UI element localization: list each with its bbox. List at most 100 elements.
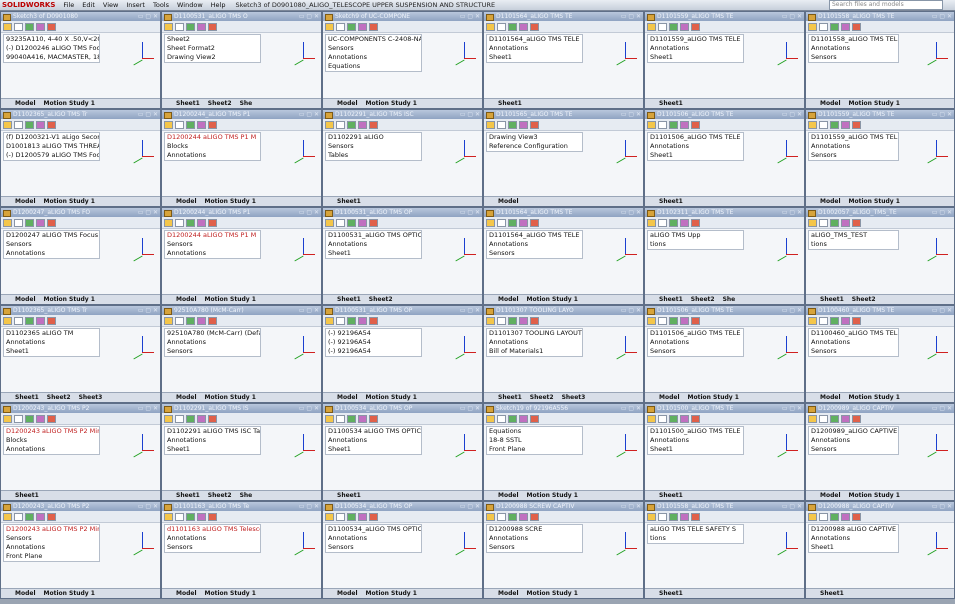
document-window[interactable]: D1100460_aLIGO TMS TE ▭ ▢ ✕ D1100460_aLIGO…: [805, 305, 955, 403]
window-titlebar[interactable]: D1200989_aLIGO CAPTIV ▭ ▢ ✕: [806, 404, 954, 413]
window-controls[interactable]: ▭ ▢ ✕: [460, 404, 480, 413]
toolbar-tab-icon[interactable]: [186, 22, 195, 31]
bottom-tab[interactable]: Model: [498, 492, 519, 499]
toolbar-tab-icon[interactable]: [852, 120, 861, 129]
toolbar-tab-icon[interactable]: [175, 218, 184, 227]
tree-item[interactable]: Annotations: [648, 436, 743, 445]
window-titlebar[interactable]: D1200243_aLIGO TMS P2 ▭ ▢ ✕: [1, 502, 160, 511]
window-titlebar[interactable]: D1100534_aLIGO TMS OP ▭ ▢ ✕: [323, 502, 482, 511]
window-titlebar[interactable]: D1200247_aLIGO TMS FO ▭ ▢ ✕: [1, 208, 160, 217]
bottom-tab[interactable]: Motion Study 1: [688, 394, 739, 401]
toolbar-tab-icon[interactable]: [208, 120, 217, 129]
toolbar-tab-icon[interactable]: [497, 22, 506, 31]
bottom-tab[interactable]: Motion Study 1: [849, 394, 900, 401]
window-titlebar[interactable]: D1102365_aLIGO TMS Tr ▭ ▢ ✕: [1, 306, 160, 315]
tree-item[interactable]: Sensors: [326, 142, 421, 151]
bottom-tab[interactable]: Sheet2: [691, 296, 715, 303]
tree-item[interactable]: (f) D1200321-V1 aLigo Secondary Mirror M…: [4, 133, 99, 142]
tree-item[interactable]: Equations: [487, 427, 582, 436]
toolbar-tab-icon[interactable]: [3, 316, 12, 325]
toolbar-tab-icon[interactable]: [14, 414, 23, 423]
toolbar-tab-icon[interactable]: [347, 512, 356, 521]
toolbar-tab-icon[interactable]: [519, 414, 528, 423]
toolbar-tab-icon[interactable]: [47, 120, 56, 129]
window-titlebar[interactable]: Sketch19 of 92196A556 ▭ ▢ ✕: [484, 404, 643, 413]
window-titlebar[interactable]: D1200244_aLIGO TMS P1 ▭ ▢ ✕: [162, 208, 321, 217]
toolbar-tab-icon[interactable]: [486, 414, 495, 423]
toolbar-tab-icon[interactable]: [358, 218, 367, 227]
bottom-tab[interactable]: Sheet2: [530, 394, 554, 401]
window-controls[interactable]: ▭ ▢ ✕: [460, 110, 480, 119]
toolbar-tab-icon[interactable]: [336, 218, 345, 227]
toolbar-tab-icon[interactable]: [208, 218, 217, 227]
toolbar-tab-icon[interactable]: [25, 120, 34, 129]
menu-insert[interactable]: Insert: [126, 1, 145, 9]
toolbar-tab-icon[interactable]: [647, 22, 656, 31]
toolbar-tab-icon[interactable]: [808, 316, 817, 325]
document-window[interactable]: D1200244_aLIGO TMS P1 ▭ ▢ ✕ D1200244 aLIGO…: [161, 109, 322, 207]
window-titlebar[interactable]: D1101559_aLIGO TMS TE ▭ ▢ ✕: [645, 12, 804, 21]
window-titlebar[interactable]: D1101506_aLIGO TMS TE ▭ ▢ ✕: [645, 306, 804, 315]
toolbar-tab-icon[interactable]: [197, 316, 206, 325]
tree-item[interactable]: D1101500_aLIGO TMS TELE SAFE: [648, 427, 743, 436]
toolbar-tab-icon[interactable]: [669, 218, 678, 227]
document-window[interactable]: Sketch9 of UC-COMPONE ▭ ▢ ✕ UC-COMPONENTS …: [322, 11, 483, 109]
toolbar-tab-icon[interactable]: [369, 22, 378, 31]
toolbar-tab-icon[interactable]: [841, 218, 850, 227]
document-window[interactable]: D1002057_aLIGO_TMS_TE ▭ ▢ ✕ aLIGO_TMS_TEST…: [805, 207, 955, 305]
bottom-tab[interactable]: Sheet3: [562, 394, 586, 401]
document-window[interactable]: D1102365_aLIGO TMS Tr ▭ ▢ ✕ D1102365 aLIGO…: [0, 305, 161, 403]
toolbar-tab-icon[interactable]: [197, 512, 206, 521]
bottom-tab[interactable]: Motion Study 1: [44, 296, 95, 303]
window-titlebar[interactable]: D1200244_aLIGO TMS P1 ▭ ▢ ✕: [162, 110, 321, 119]
toolbar-tab-icon[interactable]: [186, 218, 195, 227]
toolbar-tab-icon[interactable]: [208, 414, 217, 423]
toolbar-tab-icon[interactable]: [336, 120, 345, 129]
toolbar-tab-icon[interactable]: [519, 218, 528, 227]
toolbar-tab-icon[interactable]: [680, 414, 689, 423]
tree-item[interactable]: Sheet1: [326, 249, 421, 258]
toolbar-tab-icon[interactable]: [3, 22, 12, 31]
tree-item[interactable]: D1200247 aLIGO TMS Focus Carria: [4, 231, 99, 240]
toolbar-tab-icon[interactable]: [819, 316, 828, 325]
tree-item[interactable]: D1101558_aLIGO TMS TELE SA: [809, 35, 898, 44]
toolbar-tab-icon[interactable]: [336, 22, 345, 31]
window-titlebar[interactable]: D1101163_aLIGO TMS Te ▭ ▢ ✕: [162, 502, 321, 511]
window-controls[interactable]: ▭ ▢ ✕: [932, 110, 952, 119]
toolbar-tab-icon[interactable]: [852, 512, 861, 521]
toolbar-tab-icon[interactable]: [358, 316, 367, 325]
window-titlebar[interactable]: D1101506_aLIGO TMS TE ▭ ▢ ✕: [645, 110, 804, 119]
toolbar-tab-icon[interactable]: [358, 22, 367, 31]
toolbar-tab-icon[interactable]: [647, 414, 656, 423]
window-titlebar[interactable]: D1200988_aLIGO CAPTIV ▭ ▢ ✕: [806, 502, 954, 511]
tree-item[interactable]: Sheet1: [165, 445, 260, 454]
tree-item[interactable]: Sheet2: [165, 35, 260, 44]
document-window[interactable]: D1200243_aLIGO TMS P2 ▭ ▢ ✕ D1200243 aLIGO…: [0, 501, 161, 599]
window-controls[interactable]: ▭ ▢ ✕: [138, 110, 158, 119]
toolbar-tab-icon[interactable]: [530, 512, 539, 521]
toolbar-tab-icon[interactable]: [508, 512, 517, 521]
toolbar-tab-icon[interactable]: [358, 120, 367, 129]
bottom-tab[interactable]: Sheet1: [337, 198, 361, 205]
bottom-tab[interactable]: Model: [176, 394, 197, 401]
tree-item[interactable]: Tables: [326, 151, 421, 160]
toolbar-tab-icon[interactable]: [691, 512, 700, 521]
toolbar-tab-icon[interactable]: [347, 218, 356, 227]
tree-item[interactable]: Sheet1: [648, 53, 743, 62]
window-titlebar[interactable]: D1102365_aLIGO TMS Tr ▭ ▢ ✕: [1, 110, 160, 119]
window-controls[interactable]: ▭ ▢ ✕: [299, 12, 319, 21]
toolbar-tab-icon[interactable]: [841, 414, 850, 423]
tree-item[interactable]: Annotations: [487, 338, 582, 347]
toolbar-tab-icon[interactable]: [47, 22, 56, 31]
toolbar-tab-icon[interactable]: [658, 512, 667, 521]
document-window[interactable]: D1101564_aLIGO TMS TE ▭ ▢ ✕ D1101564_aLIGO…: [483, 207, 644, 305]
toolbar-tab-icon[interactable]: [819, 120, 828, 129]
tree-item[interactable]: (-) D1200246 aLIGO TMS Focus St: [4, 44, 99, 53]
toolbar-tab-icon[interactable]: [175, 120, 184, 129]
window-controls[interactable]: ▭ ▢ ✕: [138, 12, 158, 21]
document-window[interactable]: D1102365_aLIGO TMS Tr ▭ ▢ ✕ (f) D1200321-V…: [0, 109, 161, 207]
toolbar-tab-icon[interactable]: [325, 316, 334, 325]
tree-item[interactable]: Annotations: [648, 44, 743, 53]
tree-item[interactable]: Sensors: [326, 44, 421, 53]
tree-item[interactable]: Annotations: [326, 240, 421, 249]
